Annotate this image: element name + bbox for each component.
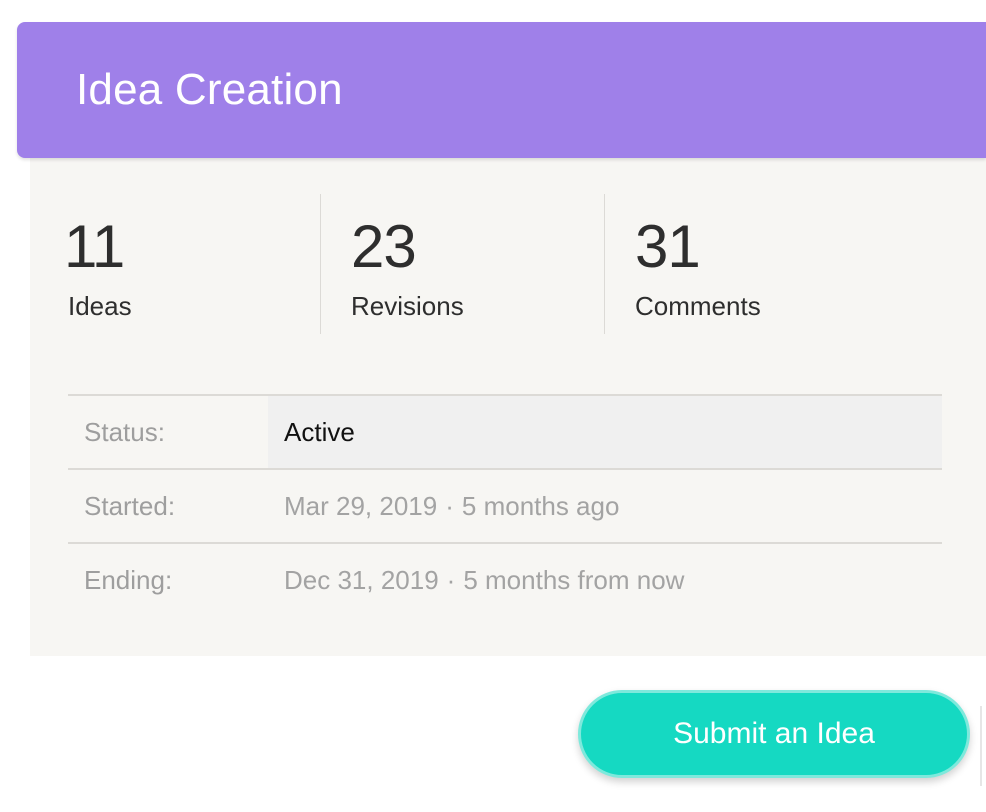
stat-ideas-label: Ideas (68, 291, 132, 321)
started-separator: · (445, 491, 454, 521)
detail-row-ending: Ending: Dec 31, 2019 · 5 months from now (68, 544, 942, 616)
started-relative: 5 months ago (461, 491, 620, 521)
stat-comments: 31 Comments (604, 194, 905, 334)
stat-revisions: 23 Revisions (320, 194, 605, 334)
started-label: Started: (84, 491, 176, 521)
stat-ideas: 11 Ideas (64, 194, 320, 334)
stat-revisions-label: Revisions (351, 291, 464, 321)
submit-idea-button[interactable]: Submit an Idea (578, 690, 970, 778)
ending-value-cell: Dec 31, 2019 · 5 months from now (268, 544, 942, 616)
status-label: Status: (84, 417, 165, 447)
ending-value: Dec 31, 2019 · 5 months from now (284, 544, 684, 616)
detail-row-started: Started: Mar 29, 2019 · 5 months ago (68, 470, 942, 544)
stat-ideas-value: 11 (64, 213, 125, 280)
stats-row: 11 Ideas 23 Revisions 31 Comments (30, 194, 986, 334)
ending-separator: · (446, 565, 456, 595)
page-title: Idea Creation (76, 65, 343, 114)
status-value-cell: Active (268, 396, 942, 468)
card-header: Idea Creation (17, 22, 986, 158)
started-value: Mar 29, 2019 · 5 months ago (284, 470, 619, 542)
started-date: Mar 29, 2019 (284, 491, 438, 521)
detail-row-status: Status: Active (68, 396, 942, 470)
ending-date: Dec 31, 2019 (284, 565, 439, 595)
details-table: Status: Active Started: Mar 29, 2019 · 5 m… (68, 394, 942, 616)
stat-revisions-value: 23 (351, 213, 417, 280)
edge-divider (980, 706, 982, 786)
status-value: Active (284, 417, 355, 447)
stat-comments-label: Comments (635, 291, 761, 321)
stats-panel: 11 Ideas 23 Revisions 31 Comments Status… (30, 158, 986, 656)
ending-label: Ending: (84, 565, 173, 595)
stat-comments-value: 31 (635, 213, 701, 280)
idea-creation-page: Idea Creation 11 Ideas 23 Revisions 31 C… (0, 0, 986, 812)
started-value-cell: Mar 29, 2019 · 5 months ago (268, 470, 942, 542)
ending-relative: 5 months from now (463, 565, 685, 595)
